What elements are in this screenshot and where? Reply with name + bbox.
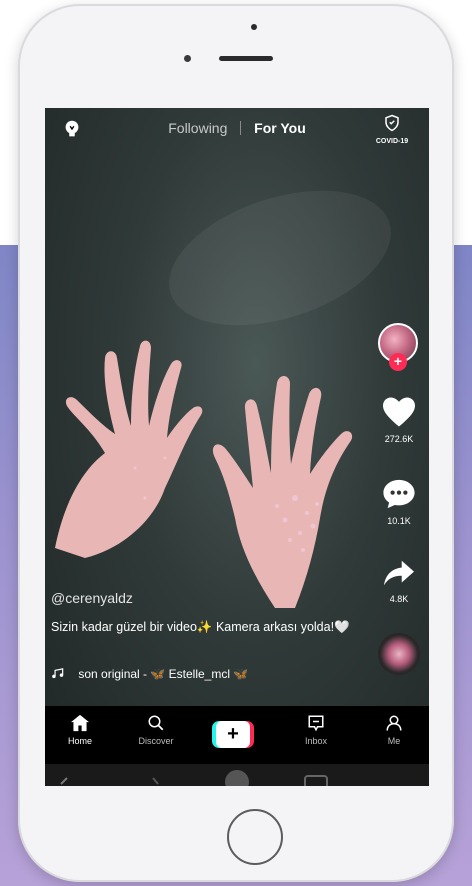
plus-icon: + (216, 721, 250, 748)
nav-discover[interactable]: Discover (121, 714, 191, 746)
share-button[interactable]: 4.8K (379, 558, 419, 604)
comment-count: 10.1K (387, 516, 411, 526)
ghost-toolbar-icons (60, 770, 328, 786)
nav-inbox-label: Inbox (304, 736, 328, 746)
front-camera (251, 24, 257, 30)
share-count: 4.8K (389, 594, 409, 604)
home-icon (71, 714, 89, 732)
nav-inbox[interactable]: Inbox (281, 714, 351, 746)
nav-home[interactable]: Home (45, 714, 115, 746)
comment-button[interactable]: 10.1K (379, 478, 419, 526)
nav-home-label: Home (67, 736, 92, 746)
tiktok-screen: Following For You COVID-19 + 272.6K 10.1… (45, 108, 429, 786)
ghost-toolbar (45, 764, 429, 786)
heart-icon (383, 397, 415, 427)
earpiece-speaker (219, 56, 273, 61)
create-button[interactable]: + (212, 721, 254, 748)
phone-frame: Following For You COVID-19 + 272.6K 10.1… (18, 4, 454, 882)
sound-disc[interactable] (378, 633, 420, 675)
profile-icon (386, 715, 402, 731)
nav-me[interactable]: Me (359, 714, 429, 746)
tab-for-you[interactable]: For You (254, 120, 306, 136)
action-rail: + 272.6K 10.1K 4.8K (369, 108, 429, 786)
post-caption: @cerenyaldz Sizin kadar güzel bir video✨… (51, 590, 381, 636)
sound-row[interactable]: son original - 🦋 Estelle_mcl 🦋 (51, 666, 371, 681)
nav-discover-label: Discover (138, 736, 174, 746)
tab-separator (240, 121, 242, 135)
comment-icon (383, 479, 415, 509)
music-note-icon (52, 667, 64, 678)
like-count: 272.6K (384, 434, 414, 444)
search-icon (148, 715, 164, 731)
proximity-sensor (184, 55, 191, 62)
tab-following[interactable]: Following (168, 120, 227, 136)
follow-plus-icon[interactable]: + (389, 353, 407, 371)
home-button[interactable] (227, 809, 283, 865)
share-icon (384, 560, 414, 586)
bottom-nav: Home Discover + Inbox Me (45, 706, 429, 764)
post-description: Sizin kadar güzel bir video✨ Kamera arka… (51, 620, 350, 634)
like-button[interactable]: 272.6K (379, 396, 419, 444)
nav-me-label: Me (387, 736, 401, 746)
creator-username[interactable]: @cerenyaldz (51, 590, 381, 606)
inbox-icon (308, 715, 324, 732)
sound-name: son original - 🦋 Estelle_mcl 🦋 (78, 666, 249, 681)
